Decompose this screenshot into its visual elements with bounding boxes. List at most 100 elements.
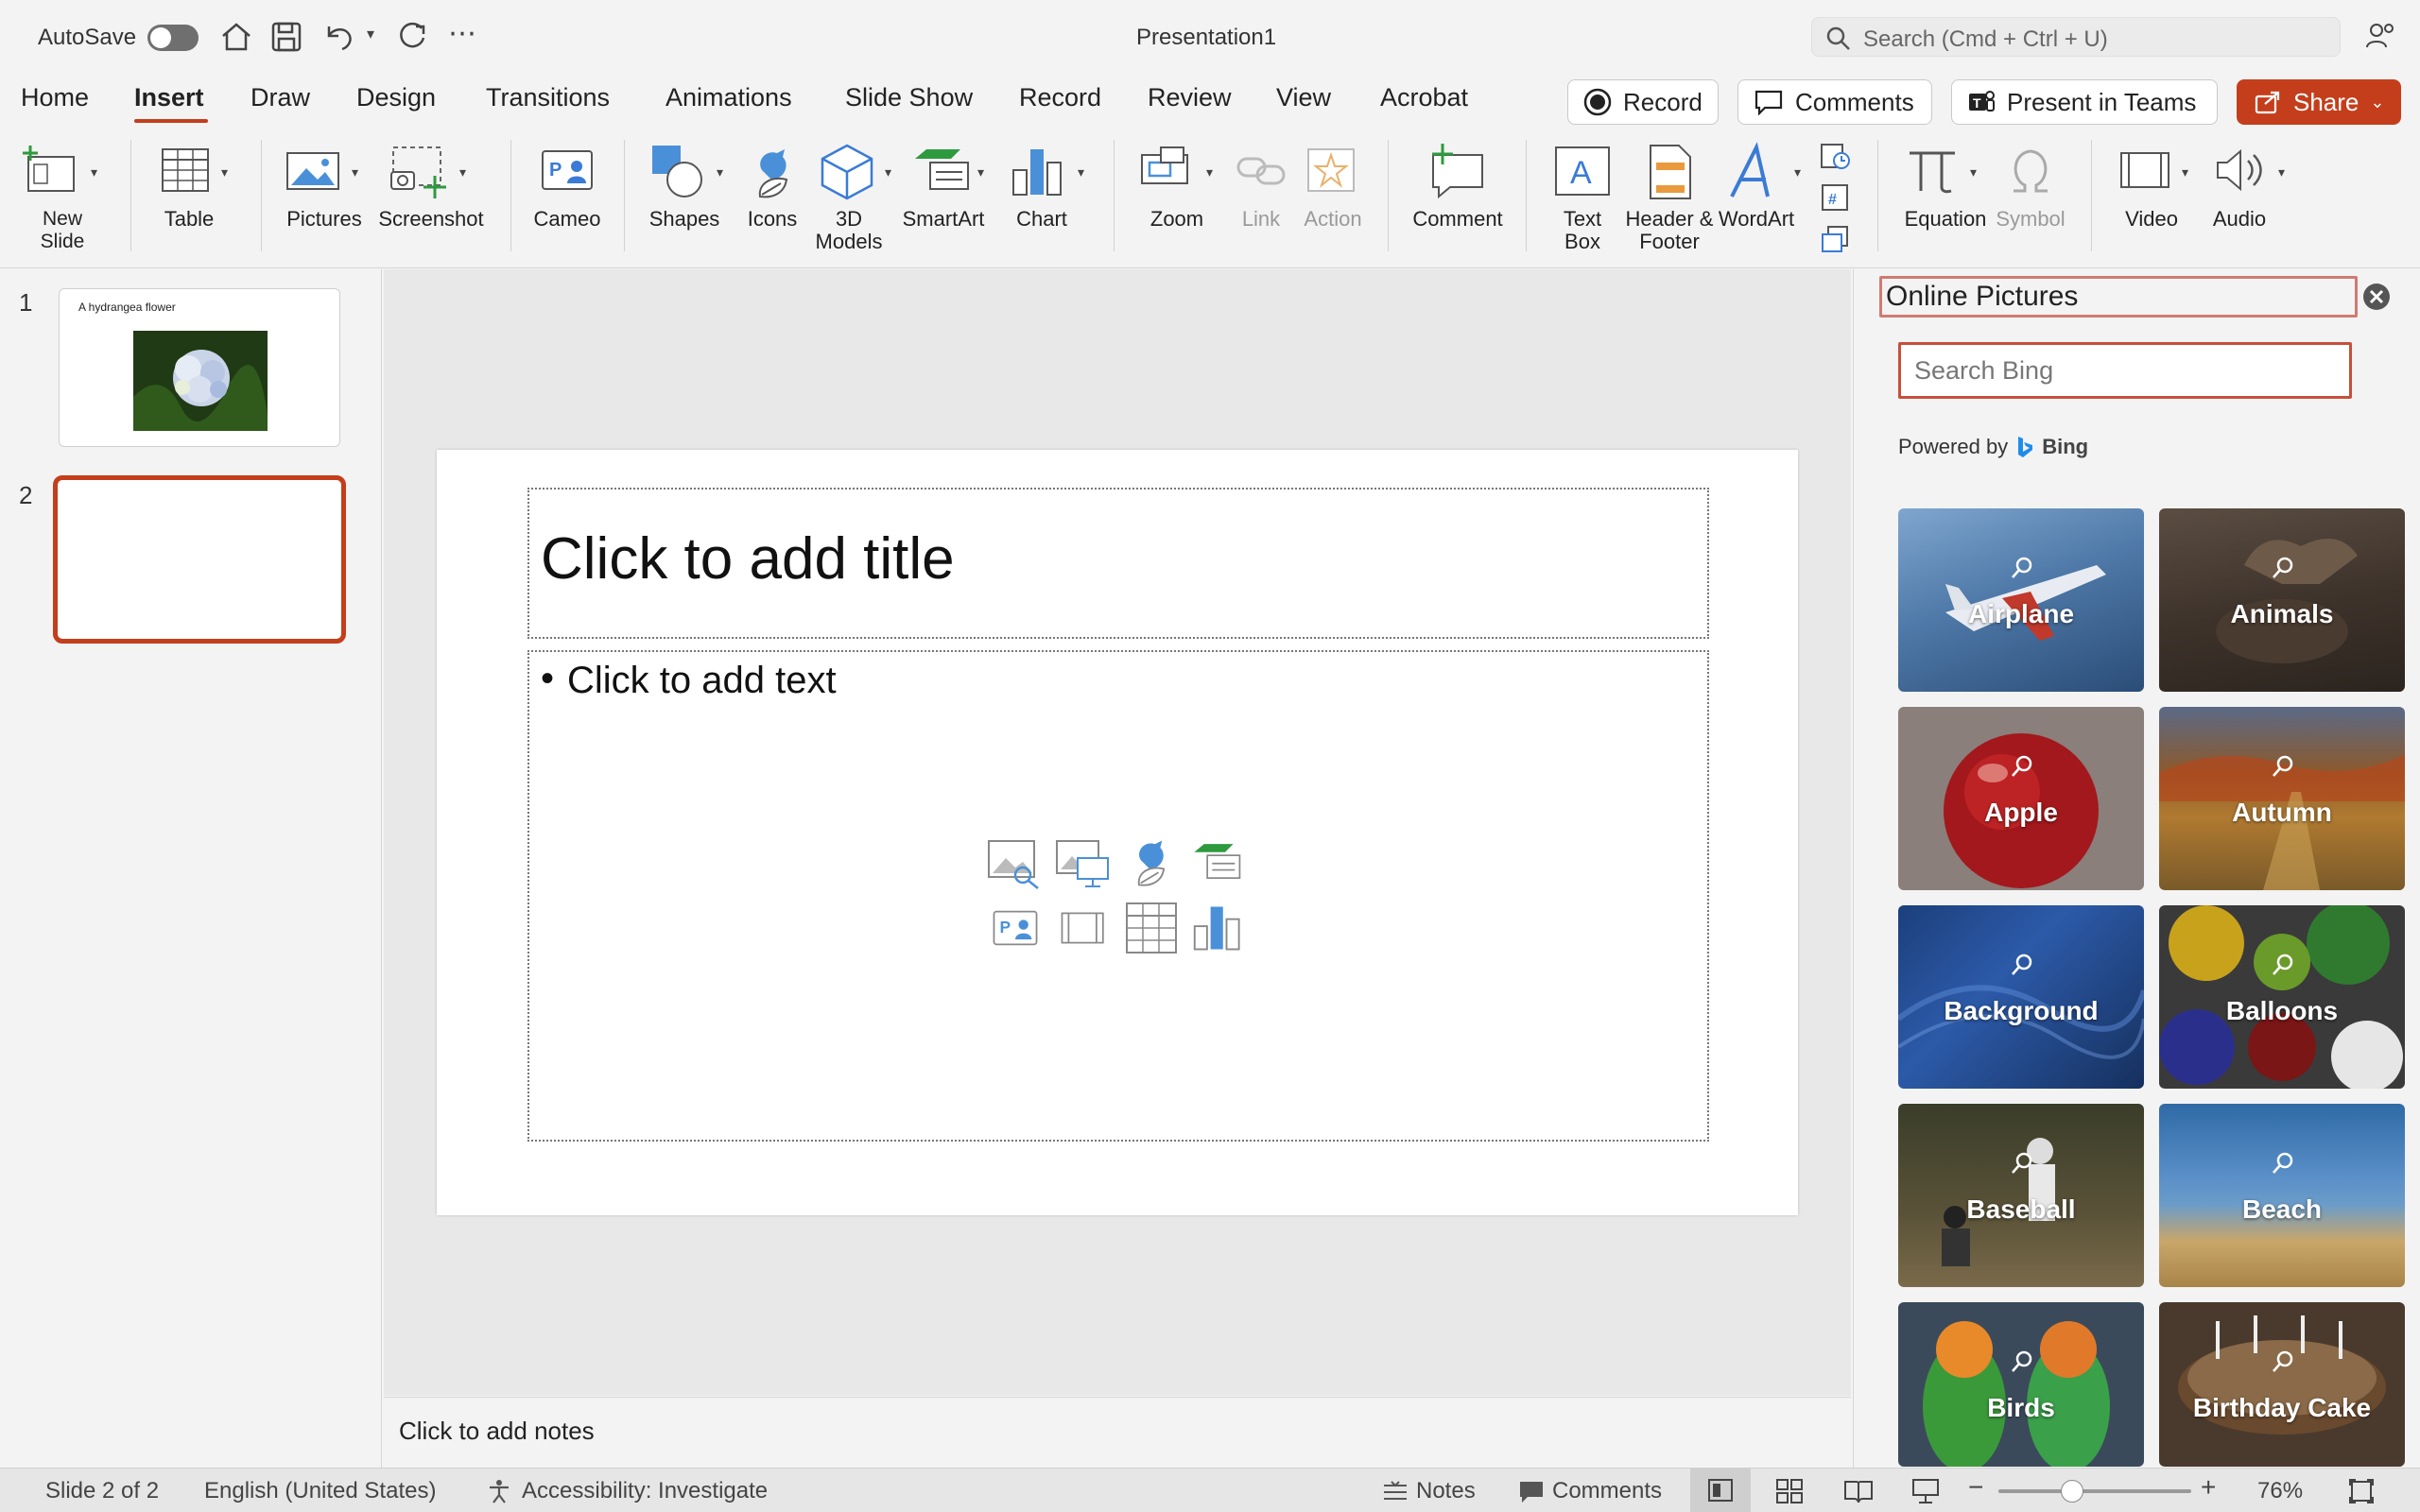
- 3d-models-chevron-down-icon[interactable]: ▾: [885, 164, 891, 180]
- equation-chevron-down-icon[interactable]: ▾: [1970, 164, 1977, 180]
- title-placeholder[interactable]: Click to add title: [527, 488, 1709, 639]
- tab-draw[interactable]: Draw: [251, 83, 310, 112]
- present-in-teams-button[interactable]: T Present in Teams: [1951, 79, 2218, 125]
- home-icon[interactable]: [219, 21, 253, 53]
- search-input[interactable]: Search (Cmd + Ctrl + U): [1811, 17, 2341, 57]
- video-button[interactable]: ▾ Video: [2114, 132, 2204, 265]
- tab-insert[interactable]: Insert: [134, 83, 204, 112]
- category-tile-baseball[interactable]: Baseball: [1898, 1104, 2144, 1287]
- zoom-button[interactable]: ▾ Zoom: [1134, 132, 1219, 265]
- symbol-button[interactable]: Symbol: [1993, 132, 2068, 265]
- wordart-button[interactable]: ▾ WordArt: [1719, 132, 1809, 265]
- cameo-button[interactable]: P Cameo: [526, 132, 609, 265]
- video-chevron-down-icon[interactable]: ▾: [2182, 164, 2188, 180]
- insert-table-icon[interactable]: [1123, 900, 1180, 956]
- date-time-icon[interactable]: [1819, 140, 1851, 172]
- zoom-slider[interactable]: [1998, 1489, 2191, 1493]
- insert-stock-image-icon[interactable]: [1055, 837, 1112, 890]
- category-tile-birthday-cake[interactable]: Birthday Cake: [2159, 1302, 2405, 1467]
- audio-button[interactable]: ▾ Audio: [2208, 132, 2293, 265]
- screenshot-chevron-down-icon[interactable]: ▾: [459, 164, 466, 180]
- fit-to-window-icon[interactable]: [2348, 1478, 2375, 1504]
- smartart-chevron-down-icon[interactable]: ▾: [977, 164, 984, 180]
- notes-toggle[interactable]: Notes: [1416, 1478, 1476, 1504]
- tab-design[interactable]: Design: [356, 83, 436, 112]
- tab-review[interactable]: Review: [1148, 83, 1232, 112]
- tab-acrobat[interactable]: Acrobat: [1380, 83, 1468, 112]
- slide-number-icon[interactable]: #: [1819, 181, 1851, 214]
- search-bing-input[interactable]: Search Bing: [1898, 342, 2352, 399]
- action-button[interactable]: Action: [1299, 132, 1367, 265]
- pictures-button[interactable]: ▾ Pictures: [280, 132, 369, 265]
- record-button[interactable]: Record: [1567, 79, 1719, 125]
- zoom-in-icon[interactable]: +: [2201, 1472, 2216, 1503]
- category-tile-beach[interactable]: Beach: [2159, 1104, 2405, 1287]
- icons-button[interactable]: Icons: [739, 132, 805, 265]
- comment-button[interactable]: Comment: [1409, 132, 1507, 265]
- text-box-button[interactable]: A Text Box: [1545, 132, 1620, 265]
- save-icon[interactable]: [270, 21, 302, 53]
- category-tile-balloons[interactable]: Balloons: [2159, 905, 2405, 1089]
- category-tile-autumn[interactable]: Autumn: [2159, 707, 2405, 890]
- pictures-chevron-down-icon[interactable]: ▾: [352, 164, 358, 180]
- 3d-models-button[interactable]: ▾ 3D Models: [809, 132, 904, 265]
- new-slide-chevron-down-icon[interactable]: ▾: [91, 164, 97, 180]
- close-icon[interactable]: [2361, 282, 2392, 312]
- slide-thumbnail-2[interactable]: [53, 475, 346, 644]
- zoom-out-icon[interactable]: −: [1968, 1472, 1983, 1503]
- category-tile-apple[interactable]: Apple: [1898, 707, 2144, 890]
- comments-toggle[interactable]: Comments: [1552, 1478, 1662, 1504]
- insert-smartart-icon[interactable]: [1191, 837, 1248, 886]
- insert-video-icon[interactable]: [1055, 903, 1112, 953]
- chart-button[interactable]: ▾ Chart: [1008, 132, 1098, 265]
- category-tile-airplane[interactable]: Airplane: [1898, 508, 2144, 692]
- table-chevron-down-icon[interactable]: ▾: [221, 164, 228, 180]
- table-button[interactable]: ▾ Table: [147, 132, 242, 265]
- insert-cameo-icon[interactable]: P: [987, 903, 1044, 953]
- category-tile-animals[interactable]: Animals: [2159, 508, 2405, 692]
- share-button[interactable]: Share ⌄: [2237, 79, 2401, 125]
- screenshot-button[interactable]: ▾ Screenshot: [374, 132, 488, 265]
- undo-chevron-down-icon[interactable]: ▾: [367, 25, 374, 43]
- slide-sorter-icon[interactable]: [1775, 1478, 1804, 1504]
- notes-area[interactable]: Click to add notes: [384, 1397, 1851, 1467]
- category-tile-birds[interactable]: Birds: [1898, 1302, 2144, 1467]
- equation-button[interactable]: ▾ Equation: [1894, 132, 1989, 265]
- autosave-toggle[interactable]: [147, 25, 199, 51]
- chart-chevron-down-icon[interactable]: ▾: [1078, 164, 1084, 180]
- new-slide-button[interactable]: ▾ New Slide: [9, 132, 115, 265]
- shapes-chevron-down-icon[interactable]: ▾: [717, 164, 723, 180]
- tab-view[interactable]: View: [1276, 83, 1331, 112]
- wordart-chevron-down-icon[interactable]: ▾: [1794, 164, 1801, 180]
- more-icon[interactable]: ⋯: [448, 17, 476, 50]
- slide-canvas[interactable]: Click to add title • Click to add text P: [437, 450, 1798, 1215]
- category-tile-background[interactable]: Background: [1898, 905, 2144, 1089]
- content-placeholder[interactable]: • Click to add text P: [527, 650, 1709, 1142]
- tab-record[interactable]: Record: [1019, 83, 1101, 112]
- zoom-slider-thumb[interactable]: [2061, 1480, 2083, 1503]
- normal-view-button[interactable]: [1690, 1469, 1751, 1512]
- header-footer-button[interactable]: Header & Footer: [1620, 132, 1719, 265]
- people-icon[interactable]: [2365, 21, 2397, 53]
- audio-chevron-down-icon[interactable]: ▾: [2278, 164, 2285, 180]
- slide-thumbnail-1[interactable]: A hydrangea flower: [59, 288, 340, 447]
- accessibility-status[interactable]: Accessibility: Investigate: [522, 1478, 768, 1504]
- object-icon[interactable]: [1819, 223, 1851, 255]
- tab-transitions[interactable]: Transitions: [486, 83, 610, 112]
- tab-home[interactable]: Home: [21, 83, 89, 112]
- undo-icon[interactable]: [321, 21, 355, 53]
- zoom-chevron-down-icon[interactable]: ▾: [1206, 164, 1213, 180]
- insert-icon-icon[interactable]: [1123, 833, 1180, 890]
- zoom-level[interactable]: 76%: [2257, 1478, 2303, 1504]
- shapes-button[interactable]: ▾ Shapes: [643, 132, 734, 265]
- tab-animations[interactable]: Animations: [666, 83, 792, 112]
- language-indicator[interactable]: English (United States): [204, 1478, 436, 1504]
- insert-picture-icon[interactable]: [987, 837, 1044, 890]
- reading-view-icon[interactable]: [1843, 1478, 1874, 1504]
- insert-chart-icon[interactable]: [1191, 900, 1248, 956]
- smartart-button[interactable]: ▾ SmartArt: [903, 132, 998, 265]
- slideshow-icon[interactable]: [1911, 1478, 1940, 1504]
- redo-icon[interactable]: [395, 21, 429, 53]
- comments-button[interactable]: Comments: [1737, 79, 1932, 125]
- tab-slide-show[interactable]: Slide Show: [845, 83, 973, 112]
